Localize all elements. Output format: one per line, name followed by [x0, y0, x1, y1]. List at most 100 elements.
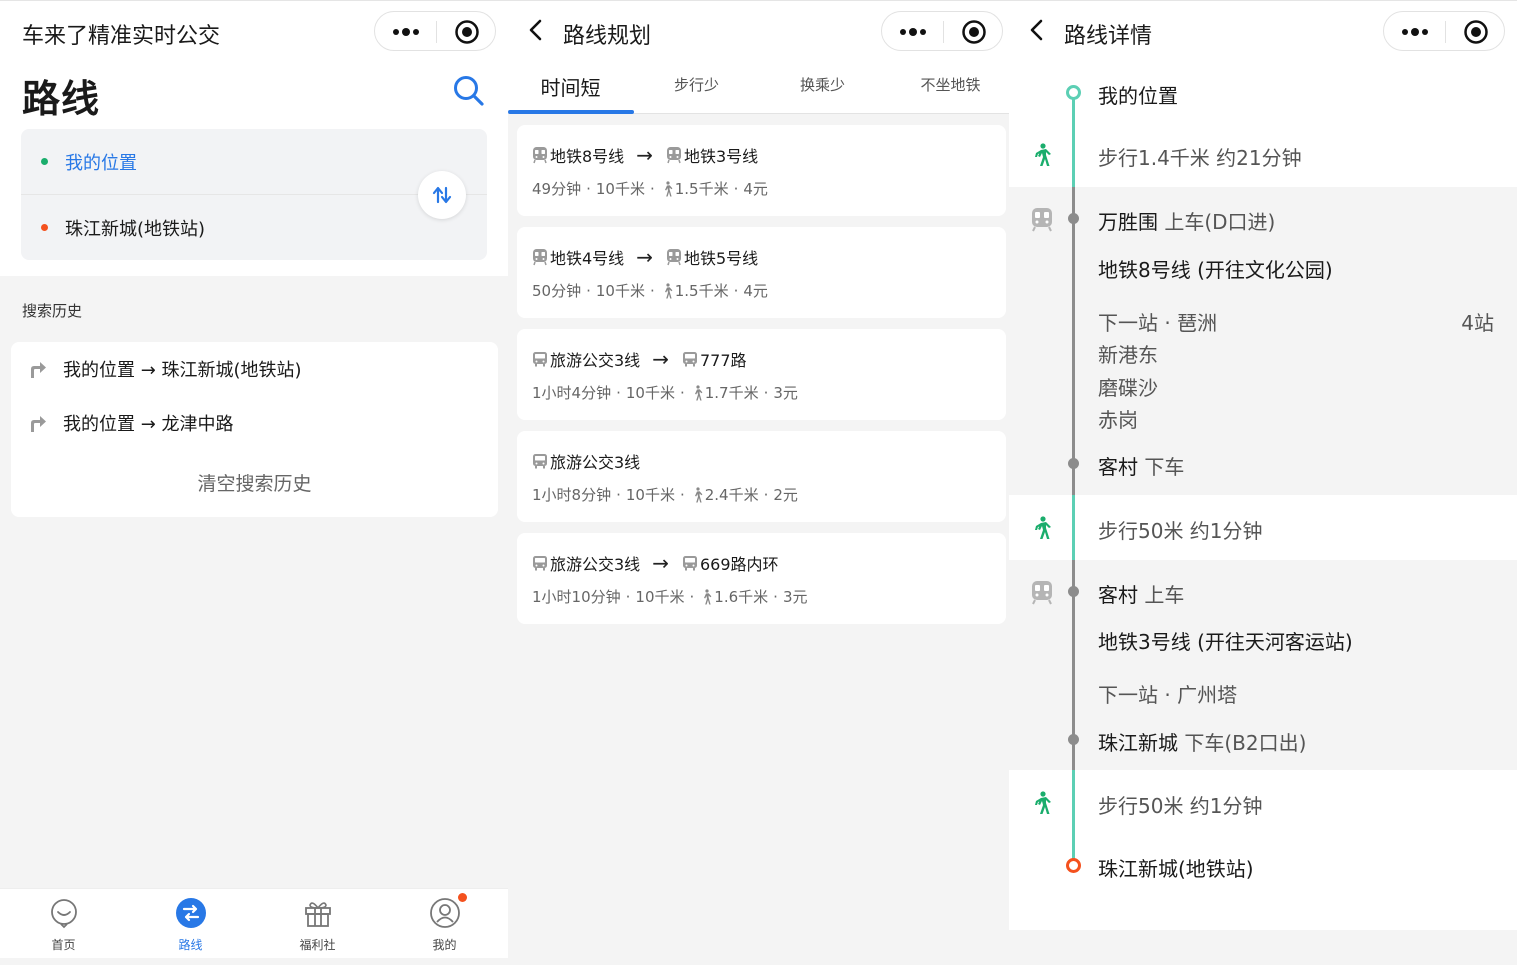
walk-icon: [664, 180, 673, 196]
route-time: 49分钟: [532, 180, 582, 198]
walk-icon: [664, 282, 673, 298]
start-location: 我的位置: [1098, 84, 1178, 108]
more-menu-button[interactable]: [375, 12, 436, 52]
board-info: 客村 上车: [1098, 579, 1184, 608]
swap-icon: [432, 186, 452, 204]
separator-dot: ·: [616, 485, 621, 504]
separator-dot: ·: [679, 485, 685, 504]
alight-info: 珠江新城 下车(B2口出): [1098, 727, 1306, 756]
route-search-panel: 车来了精准实时公交 路线 我的位置 珠江新城(地铁站) 搜索历史 我的位置 → …: [0, 0, 508, 965]
route-card[interactable]: 地铁4号线 → 地铁5号线 50分钟 · 10千米 · 1.5千米 · 4元: [517, 227, 1006, 318]
route-distance: 10千米: [595, 282, 645, 300]
alight-stop: 珠江新城: [1098, 731, 1178, 755]
separator-dot: ·: [773, 587, 778, 606]
search-button[interactable]: [452, 74, 486, 108]
destination-field[interactable]: 珠江新城(地铁站): [21, 195, 487, 260]
bus-icon: [533, 556, 547, 571]
route-walk: 2.4千米: [704, 486, 759, 504]
gift-icon: [305, 902, 331, 927]
more-menu-button[interactable]: [1384, 12, 1445, 52]
back-icon[interactable]: [1025, 15, 1049, 45]
tab-shortest-time[interactable]: 时间短: [508, 62, 633, 114]
target-icon: [1463, 20, 1488, 44]
top-bar: 路线规划: [508, 0, 1009, 62]
close-program-button[interactable]: [943, 12, 1004, 52]
route-card[interactable]: 地铁8号线 → 地铁3号线 49分钟 · 10千米 · 1.5千米 · 4元: [517, 125, 1006, 216]
tab-welfare[interactable]: 福利社: [254, 889, 381, 959]
subway-icon: [1032, 581, 1052, 605]
stop-node: [1068, 213, 1079, 224]
history-item[interactable]: 我的位置 → 龙津中路: [11, 398, 498, 448]
line-name: 地铁5号线: [683, 249, 759, 268]
route-price: 3元: [782, 588, 808, 606]
separator-dot: ·: [689, 587, 695, 606]
swap-button[interactable]: [418, 171, 466, 219]
arrow-right-icon: →: [652, 551, 669, 575]
tab-less-walking[interactable]: 步行少: [634, 62, 759, 114]
turn-arrow-icon: [31, 416, 46, 432]
stop-count[interactable]: 4站: [1461, 307, 1494, 336]
app-title: 车来了精准实时公交: [22, 24, 221, 49]
notification-badge: [458, 893, 467, 902]
origin-dot-icon: [41, 158, 48, 165]
tab-route[interactable]: 路线: [127, 889, 254, 959]
walk-icon: [1035, 791, 1051, 814]
more-dots-icon: [1401, 28, 1428, 36]
line-name: 地铁3号线: [683, 147, 759, 166]
route-legs: 旅游公交3线 → 777路: [531, 347, 747, 371]
close-program-button[interactable]: [436, 12, 497, 52]
separator-dot: ·: [763, 383, 769, 402]
tab-fewer-transfers[interactable]: 换乘少: [760, 62, 885, 114]
walk-icon: [704, 588, 712, 604]
line-name[interactable]: 地铁8号线 (开往文化公园): [1098, 254, 1333, 283]
separator-dot: ·: [625, 587, 631, 606]
page-title: 路线: [22, 77, 101, 121]
route-legs: 地铁8号线 → 地铁3号线: [531, 143, 758, 167]
board-action: 上车: [1144, 583, 1185, 607]
route-time: 1小时10分钟: [532, 588, 621, 606]
tab-profile[interactable]: 我的: [381, 889, 508, 959]
route-card[interactable]: 旅游公交3线 → 669路内环 1小时10分钟 · 10千米 · 1.6千米 · 3元: [517, 533, 1006, 624]
next-stop: 下一站 · 广州塔: [1098, 683, 1238, 707]
bus-icon: [682, 556, 697, 571]
intermediate-stop: 赤岗: [1098, 408, 1138, 432]
stop-node: [1068, 586, 1079, 597]
tab-label: 福利社: [299, 938, 336, 952]
intermediate-stop: 磨碟沙: [1098, 376, 1158, 400]
line-name: 地铁8号线: [550, 147, 625, 166]
route-card[interactable]: 旅游公交3线 → 777路 1小时4分钟 · 10千米 · 1.7千米 · 3元: [517, 329, 1006, 420]
origin-field[interactable]: 我的位置: [21, 129, 487, 194]
tab-label: 路线: [178, 938, 203, 952]
next-stop: 下一站 · 琶洲: [1098, 311, 1218, 335]
subway-icon: [666, 249, 681, 266]
separator-dot: ·: [586, 179, 591, 198]
clear-history-button[interactable]: 清空搜索历史: [11, 469, 498, 496]
active-tab-indicator: [508, 110, 634, 114]
mini-program-capsule: [374, 11, 496, 51]
route-plan-panel: 路线规划 时间短 步行少 换乘少 不坐地铁 地铁8号线 → 地铁3号线 49分钟 · 10…: [508, 0, 1009, 965]
route-card[interactable]: 旅游公交3线 1小时8分钟 · 10千米 · 2.4千米 · 2元: [517, 431, 1006, 522]
arrow-right-icon: →: [636, 245, 653, 269]
board-info: 万胜围 上车(D口进): [1098, 206, 1275, 235]
close-program-button[interactable]: [1445, 12, 1506, 52]
walk-icon: [694, 486, 703, 502]
history-item[interactable]: 我的位置 → 珠江新城(地铁站): [11, 344, 498, 394]
destination-label: 珠江新城(地铁站): [65, 218, 206, 240]
origin-destination-box: 我的位置 珠江新城(地铁站): [21, 129, 487, 260]
tab-no-subway[interactable]: 不坐地铁: [888, 62, 1009, 114]
route-time: 50分钟: [532, 282, 582, 300]
back-icon[interactable]: [524, 15, 548, 45]
separator-dot: ·: [649, 281, 655, 300]
line-name[interactable]: 地铁3号线 (开往天河客运站): [1098, 626, 1353, 655]
route-summary: 1小时10分钟 · 10千米 · 1.6千米 · 3元: [532, 586, 807, 607]
separator-dot: ·: [679, 383, 685, 402]
tab-home[interactable]: 首页: [0, 889, 127, 959]
route-walk: 1.7千米: [704, 384, 759, 402]
separator-dot: ·: [763, 485, 769, 504]
walk-line: [1072, 495, 1075, 560]
top-bar: 车来了精准实时公交: [0, 0, 508, 62]
separator-dot: ·: [649, 179, 655, 198]
more-menu-button[interactable]: [882, 12, 943, 52]
route-distance: 10千米: [625, 486, 675, 504]
route-time: 1小时4分钟: [532, 384, 612, 402]
